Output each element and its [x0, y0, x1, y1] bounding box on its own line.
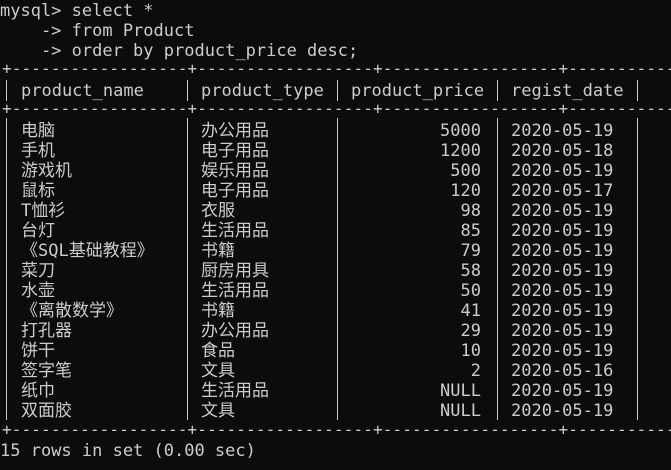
cell-product-name: 台灯 — [21, 221, 55, 241]
cell-regist-date: 2020-05-19 — [511, 161, 614, 181]
query-line-1: mysql> select * — [0, 1, 154, 21]
cell-product-name: 手机 — [21, 141, 55, 161]
cell-product-name: T恤衫 — [21, 201, 66, 221]
cell-product-price: NULL — [440, 401, 481, 421]
cell-regist-date: 2020-05-16 — [511, 361, 614, 381]
query-line-3: -> order by product_price desc; — [0, 41, 359, 61]
cell-product-type: 生活用品 — [201, 381, 269, 401]
cell-product-price: 29 — [460, 321, 481, 341]
cell-regist-date: 2020-05-19 — [511, 121, 614, 141]
cell-product-price: 1200 — [440, 141, 481, 161]
cell-regist-date: 2020-05-17 — [511, 181, 614, 201]
cell-product-type: 办公用品 — [201, 321, 269, 341]
cell-product-name: 打孔器 — [21, 321, 72, 341]
column-divider — [337, 118, 338, 420]
column-header-regist-date: regist_date — [511, 81, 624, 101]
cell-product-type: 食品 — [201, 341, 235, 361]
column-divider — [6, 118, 7, 420]
cell-product-name: 《离散数学》 — [21, 301, 123, 321]
cell-regist-date: 2020-05-18 — [511, 141, 614, 161]
cell-product-name: 鼠标 — [21, 181, 55, 201]
cell-regist-date: 2020-05-19 — [511, 381, 614, 401]
table-border-top: +------------------+------------------+-… — [2, 59, 671, 78]
cell-regist-date: 2020-05-19 — [511, 261, 614, 281]
cell-regist-date: 2020-05-19 — [511, 341, 614, 361]
cell-regist-date: 2020-05-19 — [511, 241, 614, 261]
result-summary: 15 rows in set (0.00 sec) — [0, 441, 256, 461]
cell-product-name: 水壶 — [21, 281, 55, 301]
column-divider — [6, 80, 7, 101]
cell-product-price: 2 — [470, 361, 481, 381]
cell-product-type: 生活用品 — [201, 281, 269, 301]
cell-product-price: 10 — [460, 341, 481, 361]
cell-product-name: 《SQL基础教程》 — [21, 241, 154, 261]
cell-product-price: 5000 — [440, 121, 481, 141]
cell-product-name: 纸巾 — [21, 381, 55, 401]
table-border-mid: +------------------+------------------+-… — [2, 99, 671, 118]
cell-regist-date: 2020-05-19 — [511, 281, 614, 301]
cell-product-name: 菜刀 — [21, 261, 55, 281]
column-divider — [497, 80, 498, 101]
cell-regist-date: 2020-05-19 — [511, 221, 614, 241]
cell-product-type: 生活用品 — [201, 221, 269, 241]
cell-product-price: NULL — [440, 381, 481, 401]
cell-product-name: 饼干 — [21, 341, 55, 361]
column-divider — [637, 118, 638, 420]
terminal-window[interactable]: mysql> select * -> from Product -> order… — [0, 0, 671, 470]
cell-product-type: 办公用品 — [201, 121, 269, 141]
cell-product-type: 书籍 — [201, 241, 235, 261]
cell-regist-date: 2020-05-19 — [511, 201, 614, 221]
cell-product-price: 79 — [460, 241, 481, 261]
cell-product-type: 书籍 — [201, 301, 235, 321]
cell-product-type: 电子用品 — [201, 141, 269, 161]
cell-product-type: 娱乐用品 — [201, 161, 269, 181]
cell-product-price: 41 — [460, 301, 481, 321]
column-header-product-type: product_type — [201, 81, 324, 101]
column-header-product-name: product_name — [21, 81, 144, 101]
cell-product-name: 双面胶 — [21, 401, 72, 421]
column-divider — [637, 80, 638, 101]
query-line-2: -> from Product — [0, 21, 195, 41]
cell-product-type: 衣服 — [201, 201, 235, 221]
cell-product-price: 50 — [460, 281, 481, 301]
column-divider — [337, 80, 338, 101]
cell-product-price: 500 — [450, 161, 481, 181]
cell-product-type: 文具 — [201, 401, 235, 421]
column-divider — [187, 80, 188, 101]
cell-product-price: 58 — [460, 261, 481, 281]
column-divider — [497, 118, 498, 420]
cell-product-name: 签字笔 — [21, 361, 72, 381]
cell-product-type: 电子用品 — [201, 181, 269, 201]
column-header-product-price: product_price — [351, 81, 485, 101]
cell-product-type: 文具 — [201, 361, 235, 381]
cell-product-price: 85 — [460, 221, 481, 241]
cell-regist-date: 2020-05-19 — [511, 401, 614, 421]
cell-product-price: 98 — [460, 201, 481, 221]
cell-product-name: 电脑 — [21, 121, 55, 141]
cell-regist-date: 2020-05-19 — [511, 321, 614, 341]
cell-product-type: 厨房用具 — [201, 261, 269, 281]
column-divider — [187, 118, 188, 420]
table-border-bottom: +------------------+------------------+-… — [2, 420, 671, 439]
cell-regist-date: 2020-05-19 — [511, 301, 614, 321]
cell-product-price: 120 — [450, 181, 481, 201]
cell-product-name: 游戏机 — [21, 161, 72, 181]
